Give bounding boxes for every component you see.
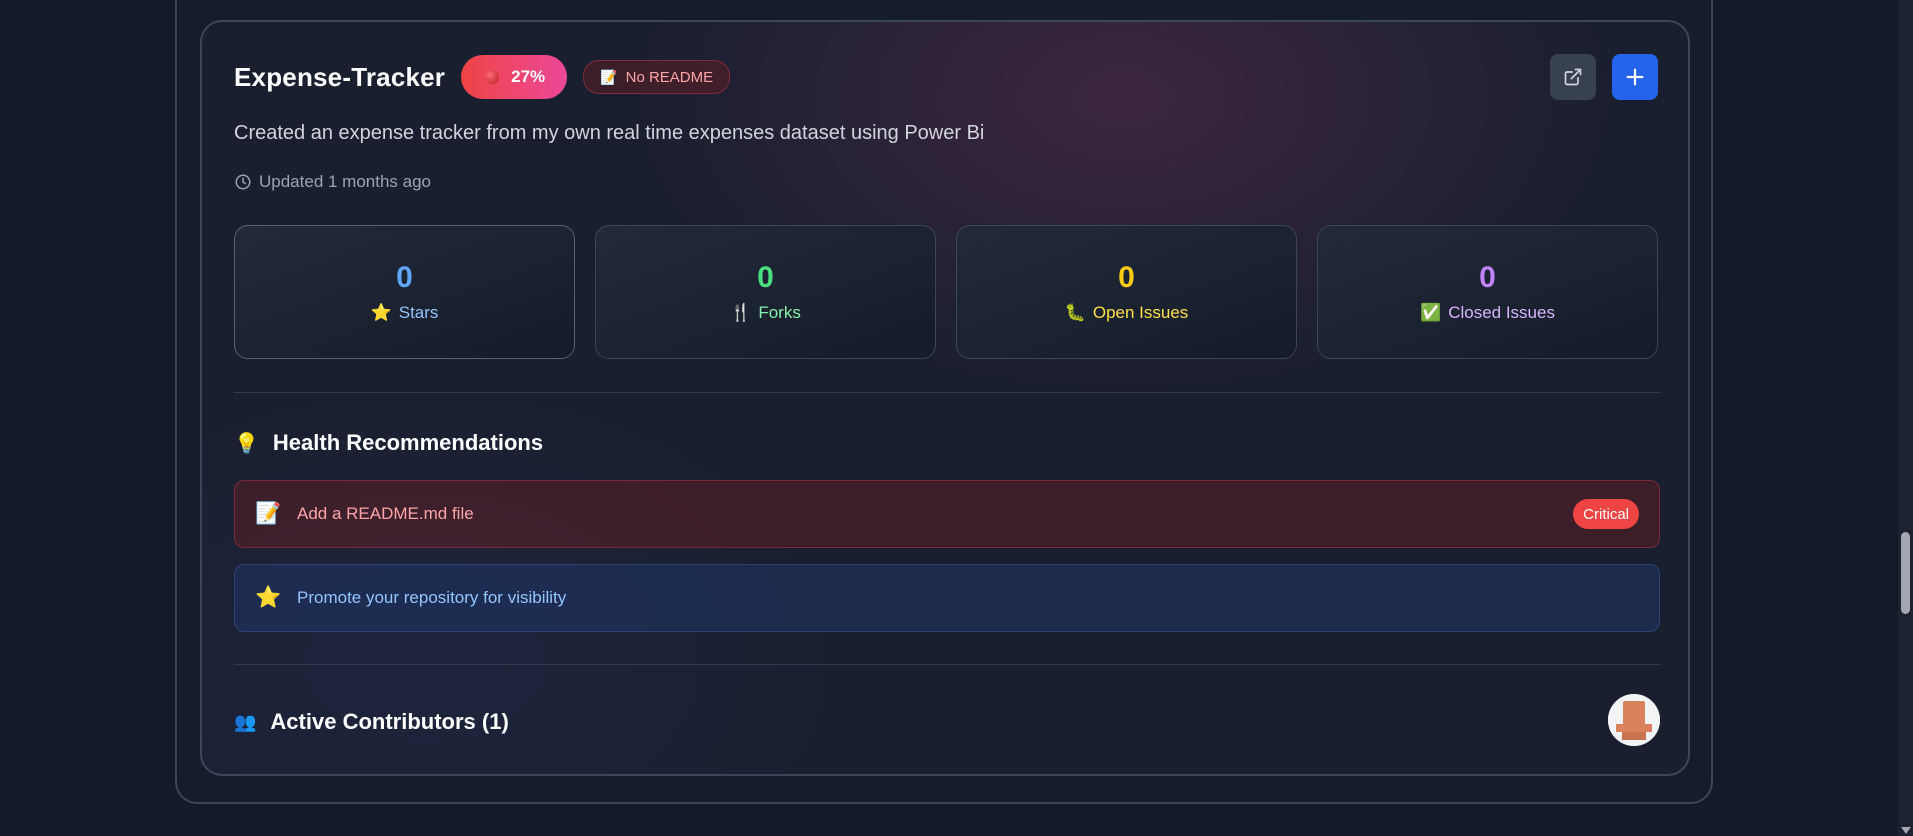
health-recommendations-heading: 💡 Health Recommendations: [234, 430, 543, 456]
repo-title[interactable]: Expense-Tracker: [234, 62, 445, 93]
recommendation-item: 📝 Add a README.md file Critical: [234, 480, 1660, 548]
recommendation-text: Add a README.md file: [297, 504, 474, 523]
avatar-image: [1608, 694, 1660, 746]
bug-icon: 🐛: [1064, 303, 1086, 322]
memo-icon: 📝: [600, 68, 618, 85]
people-icon: 👥: [234, 711, 257, 732]
stat-open-issues: 0 🐛 Open Issues: [956, 225, 1297, 359]
updated-text: Updated 1 months ago: [259, 172, 432, 191]
stars-label-row: ⭐ Stars: [371, 303, 439, 323]
open-repo-button[interactable]: [1550, 54, 1596, 100]
star-icon: ⭐: [255, 586, 282, 609]
critical-badge: Critical: [1573, 499, 1639, 529]
open-issues-label-row: 🐛 Open Issues: [1065, 303, 1189, 323]
no-readme-badge: 📝 No README: [583, 60, 731, 94]
forks-label: Forks: [758, 303, 801, 322]
plus-icon: [1626, 68, 1644, 86]
star-icon: ⭐: [370, 303, 392, 322]
check-box-icon: ✅: [1420, 303, 1442, 322]
no-readme-label: No README: [625, 68, 714, 86]
stat-forks: 0 🍴 Forks: [595, 225, 936, 359]
repo-description: Created an expense tracker from my own r…: [234, 122, 985, 144]
divider: [234, 664, 1660, 665]
forks-label-row: 🍴 Forks: [730, 303, 801, 323]
page-scrollbar[interactable]: [1898, 0, 1913, 836]
stars-label: Stars: [398, 303, 439, 322]
memo-icon: 📝: [255, 502, 282, 525]
open-issues-count: 0: [1118, 261, 1135, 294]
open-issues-label: Open Issues: [1092, 303, 1189, 322]
health-recommendations-title: Health Recommendations: [272, 430, 544, 455]
contributor-avatar[interactable]: [1608, 694, 1660, 746]
scroll-down-arrow-icon[interactable]: [1901, 827, 1911, 834]
red-circle-icon: [485, 70, 500, 84]
health-score-value: 27%: [511, 67, 546, 86]
recommendation-item: ⭐ Promote your repository for visibility: [234, 564, 1660, 632]
updated-timestamp: Updated 1 months ago: [234, 172, 431, 192]
stat-stars: 0 ⭐ Stars: [234, 225, 575, 359]
fork-icon: 🍴: [730, 303, 752, 322]
closed-issues-label: Closed Issues: [1448, 303, 1555, 322]
clock-icon: [235, 174, 251, 190]
repo-header: Expense-Tracker 27% 📝 No README: [234, 54, 731, 100]
light-bulb-icon: 💡: [234, 432, 259, 455]
stars-count: 0: [396, 261, 413, 294]
closed-issues-label-row: ✅ Closed Issues: [1420, 303, 1555, 323]
health-score-badge: 27%: [461, 55, 568, 99]
active-contributors-heading: 👥 Active Contributors (1): [234, 709, 509, 735]
divider: [234, 392, 1660, 393]
recommendation-text: Promote your repository for visibility: [297, 588, 567, 607]
external-link-icon: [1564, 68, 1582, 86]
repo-card: Expense-Tracker 27% 📝 No README Created …: [200, 20, 1690, 776]
forks-count: 0: [757, 261, 774, 294]
stats-grid: 0 ⭐ Stars 0 🍴 Forks 0 🐛 Open Issues 0 ✅: [234, 225, 1658, 359]
add-button[interactable]: [1612, 54, 1658, 100]
active-contributors-title: Active Contributors (1): [270, 709, 509, 734]
stat-closed-issues: 0 ✅ Closed Issues: [1317, 225, 1658, 359]
closed-issues-count: 0: [1479, 261, 1496, 294]
scrollbar-thumb[interactable]: [1901, 532, 1910, 614]
